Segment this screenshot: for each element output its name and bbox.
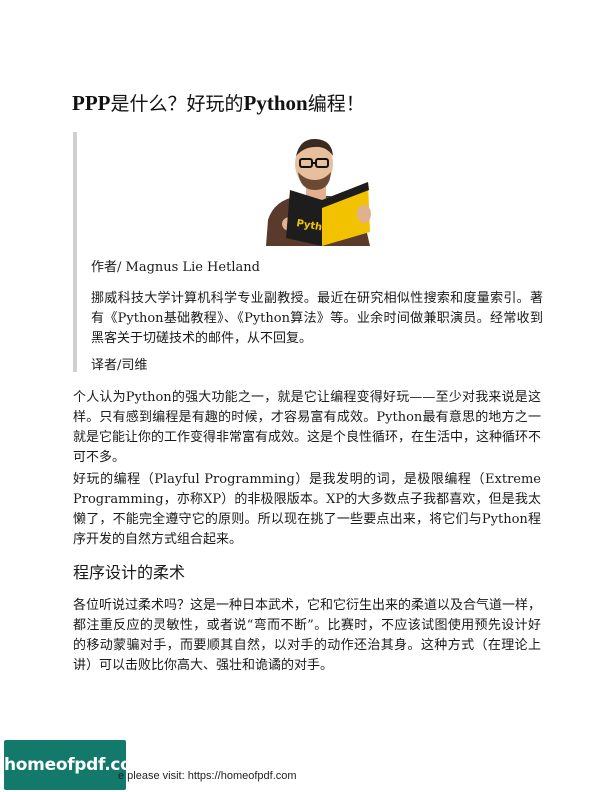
intro-paragraph-1: 个人认为Python的强大功能之一，就是它让编程变得好玩——至少对我来说是这样。… (73, 390, 542, 465)
title-suffix: 编程！ (307, 93, 365, 115)
footer-link-text[interactable]: e please visit: https://homeofpdf.com (118, 770, 297, 782)
homeofpdf-logo[interactable]: homeofpdf.com (4, 740, 149, 790)
translator-credit: 译者/司维 (91, 358, 148, 373)
page-title: PPP是什么？好玩的Python编程！ (72, 90, 542, 117)
author-byline: 作者/ Magnus Lie Hetland (91, 260, 260, 275)
title-python: Python (243, 91, 308, 115)
title-ppp: PPP (72, 91, 111, 115)
author-photo: Python (260, 134, 378, 246)
author-bio: 挪威科技大学计算机科学专业副教授。最近在研究相似性搜索和度量索引。著有《Pyth… (91, 291, 543, 346)
footer-bar: homeofpdf.com e please visit: https://ho… (0, 740, 612, 792)
author-quote-block: Python 作者/ Magnus Lie Hetland 挪威科技大学计算机科… (73, 132, 547, 373)
person-reading-python-book-icon: Python (260, 134, 378, 246)
section-paragraph: 各位听说过柔术吗？这是一种日本武术，它和它衍生出来的柔道以及合气道一样，都注重反… (73, 598, 542, 673)
section-heading: 程序设计的柔术 (73, 563, 186, 582)
intro-paragraph-2: 好玩的编程（Playful Programming）是我发明的词，是极限编程（E… (73, 472, 541, 547)
title-middle: 是什么？好玩的 (110, 93, 244, 115)
